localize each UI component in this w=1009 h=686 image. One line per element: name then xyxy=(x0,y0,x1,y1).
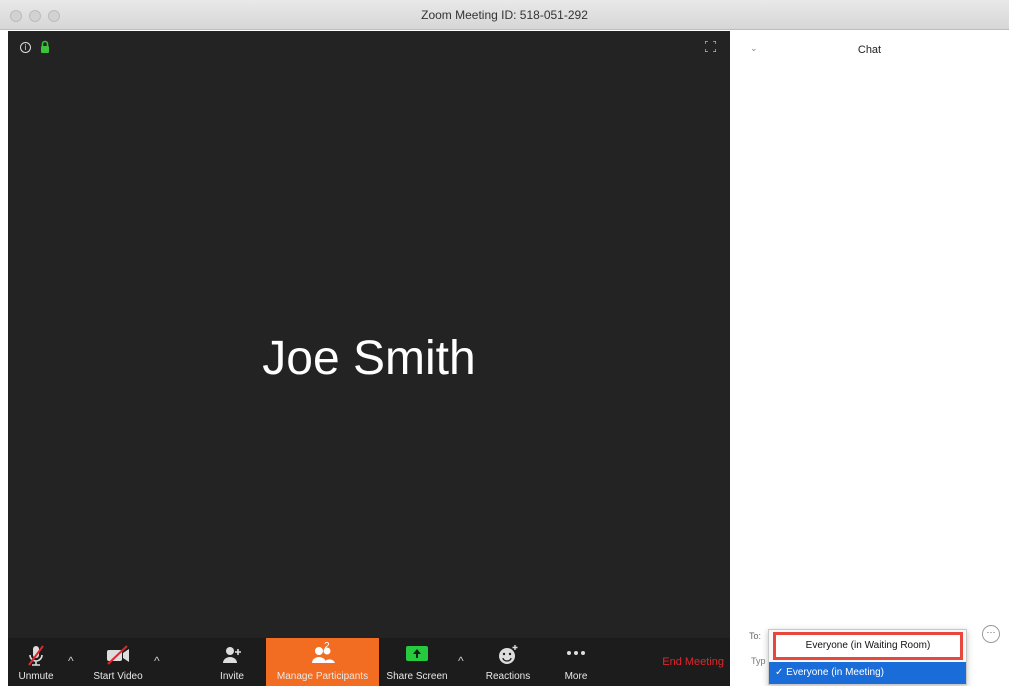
manage-participants-label: Manage Participants xyxy=(276,671,369,682)
manage-participants-button[interactable]: 2 Manage Participants xyxy=(266,638,379,686)
window-titlebar: Zoom Meeting ID: 518-051-292 xyxy=(0,0,1009,30)
participant-count-badge: 2 xyxy=(324,641,330,652)
share-screen-icon xyxy=(406,646,428,661)
reactions-label: Reactions xyxy=(485,671,531,682)
unmute-label: Unmute xyxy=(18,671,54,682)
end-meeting-button[interactable]: End Meeting xyxy=(662,656,724,668)
recipient-option-meeting[interactable]: ✓ Everyone (in Meeting) xyxy=(769,662,966,684)
recipient-option-waiting-room[interactable]: Everyone (in Waiting Room) xyxy=(773,632,963,660)
reaction-emoji-icon xyxy=(499,645,518,664)
add-person-icon xyxy=(223,647,241,663)
chat-title: Chat xyxy=(857,44,882,56)
start-video-label: Start Video xyxy=(93,671,143,682)
chat-input-placeholder[interactable]: Typ xyxy=(751,656,766,666)
muted-microphone-icon xyxy=(28,645,44,666)
participant-name: Joe Smith xyxy=(262,332,476,385)
video-options-caret-icon[interactable]: ^ xyxy=(154,654,160,668)
selected-check-icon: ✓ xyxy=(775,667,784,678)
recipient-dropdown: Everyone (in Waiting Room) ✓ Everyone (i… xyxy=(768,629,967,685)
more-label: More xyxy=(564,671,588,682)
fullscreen-icon[interactable] xyxy=(705,41,716,52)
ellipsis-icon xyxy=(567,651,585,655)
chat-more-button[interactable]: ··· xyxy=(982,625,1000,643)
invite-button[interactable]: Invite xyxy=(210,638,254,686)
chat-panel: ⌄ Chat To: Typ ··· Everyone (in Waiting … xyxy=(730,31,1009,686)
reactions-button[interactable]: Reactions xyxy=(478,638,538,686)
invite-label: Invite xyxy=(220,671,244,682)
audio-options-caret-icon[interactable]: ^ xyxy=(68,654,74,668)
meeting-toolbar: Unmute ^ Start Video ^ Invite 2 Manage P… xyxy=(8,638,730,686)
share-screen-label: Share Screen xyxy=(386,671,448,682)
info-icon[interactable]: i xyxy=(20,42,31,53)
recipient-option-meeting-label: Everyone (in Meeting) xyxy=(786,667,884,678)
start-video-button[interactable]: Start Video xyxy=(86,638,150,686)
more-button[interactable]: More xyxy=(554,638,598,686)
video-off-icon xyxy=(107,645,129,665)
share-screen-button[interactable]: Share Screen xyxy=(382,638,452,686)
window-title: Zoom Meeting ID: 518-051-292 xyxy=(421,8,588,22)
meeting-video-area: i Joe Smith Unmute ^ Start Video ^ Invit… xyxy=(8,31,730,686)
chat-to-label: To: xyxy=(749,631,762,641)
participants-icon xyxy=(311,647,335,663)
lock-icon[interactable] xyxy=(40,40,50,54)
unmute-button[interactable]: Unmute xyxy=(12,638,60,686)
share-options-caret-icon[interactable]: ^ xyxy=(458,654,464,668)
